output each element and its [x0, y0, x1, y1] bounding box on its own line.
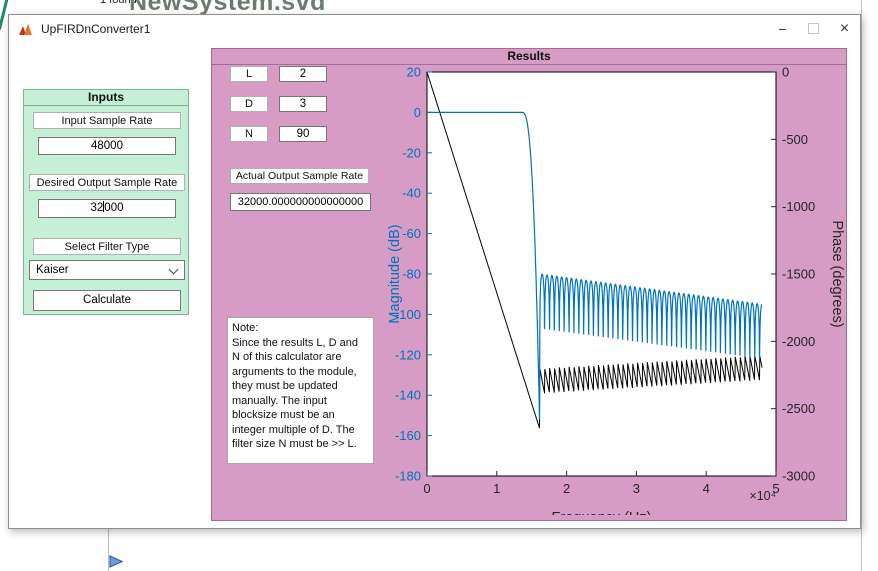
screen: 1 found NewSystem.svd UpFIRDnConverter1 … [0, 0, 878, 571]
filter-type-label: Select Filter Type [33, 238, 181, 255]
output-sample-rate-field[interactable]: 32000 [38, 199, 176, 218]
inputs-panel-title: Inputs [24, 90, 188, 106]
background-play-icon [108, 554, 124, 569]
svg-text:Frequency (Hz): Frequency (Hz) [552, 510, 652, 515]
upfirdn-converter-window: UpFIRDnConverter1 − × Inputs Input Sampl… [8, 14, 861, 529]
svg-text:-2500: -2500 [782, 401, 815, 416]
filter-type-value: Kaiser [36, 264, 69, 276]
maximize-button[interactable] [798, 15, 829, 42]
svg-text:-500: -500 [782, 132, 808, 147]
minimize-icon: − [778, 21, 786, 37]
input-sample-rate-label: Input Sample Rate [33, 112, 181, 129]
window-title: UpFIRDnConverter1 [41, 22, 150, 36]
svg-text:-40: -40 [402, 186, 421, 201]
svg-text:Magnitude (dB): Magnitude (dB) [387, 224, 403, 323]
svg-text:-1000: -1000 [782, 199, 815, 214]
field-text: 000 [104, 202, 123, 214]
svg-text:2: 2 [563, 481, 570, 496]
filter-type-dropdown[interactable]: Kaiser [29, 260, 185, 280]
svg-text:-160: -160 [395, 428, 421, 443]
field-text: 32 [91, 202, 104, 214]
svg-text:-80: -80 [402, 267, 421, 282]
svg-text:-2000: -2000 [782, 334, 815, 349]
svg-text:-1500: -1500 [782, 267, 815, 282]
svg-text:20: 20 [407, 65, 421, 80]
inputs-panel: Inputs Input Sample Rate Desired Output … [23, 89, 189, 315]
result-n-label: N [230, 126, 268, 142]
svg-text:4: 4 [703, 481, 710, 496]
results-panel: Results L 2 D 3 N 90 Actual Output Sampl… [211, 48, 847, 521]
maximize-icon [808, 23, 819, 34]
result-n-value[interactable]: 90 [279, 126, 327, 142]
result-d-label: D [230, 96, 268, 112]
result-l-label: L [230, 66, 268, 82]
note-text: Note: Since the results L, D and N of th… [227, 317, 374, 464]
minimize-button[interactable]: − [767, 15, 798, 42]
result-l-value[interactable]: 2 [279, 66, 327, 82]
svg-text:-3000: -3000 [782, 469, 815, 484]
calculate-button[interactable]: Calculate [33, 290, 181, 311]
svg-text:3: 3 [633, 481, 640, 496]
title-bar[interactable]: UpFIRDnConverter1 − × [9, 15, 860, 42]
results-chart: 012345200-20-40-60-80-100-120-140-160-18… [385, 60, 847, 515]
svg-text:×10⁴: ×10⁴ [749, 489, 776, 503]
matlab-icon [18, 22, 33, 36]
svg-text:-20: -20 [402, 145, 421, 160]
input-sample-rate-field[interactable] [38, 137, 176, 155]
actual-output-rate-label: Actual Output Sample Rate [230, 168, 369, 184]
actual-output-rate-value[interactable]: 32000.000000000000000 [230, 193, 371, 211]
close-button[interactable]: × [829, 15, 860, 42]
svg-text:0: 0 [414, 105, 421, 120]
svg-text:-60: -60 [402, 226, 421, 241]
window-controls: − × [767, 15, 860, 42]
chevron-down-icon [169, 265, 179, 275]
svg-text:-140: -140 [395, 388, 421, 403]
svg-text:1: 1 [493, 481, 500, 496]
svg-text:0: 0 [423, 481, 430, 496]
svg-text:-120: -120 [395, 347, 421, 362]
close-icon: × [840, 20, 849, 38]
output-sample-rate-label: Desired Output Sample Rate [29, 174, 185, 191]
background-divider-right [861, 0, 862, 571]
result-d-value[interactable]: 3 [279, 96, 327, 112]
svg-text:-180: -180 [395, 469, 421, 484]
svg-text:0: 0 [782, 65, 789, 80]
svg-text:Phase (degrees): Phase (degrees) [829, 220, 845, 327]
